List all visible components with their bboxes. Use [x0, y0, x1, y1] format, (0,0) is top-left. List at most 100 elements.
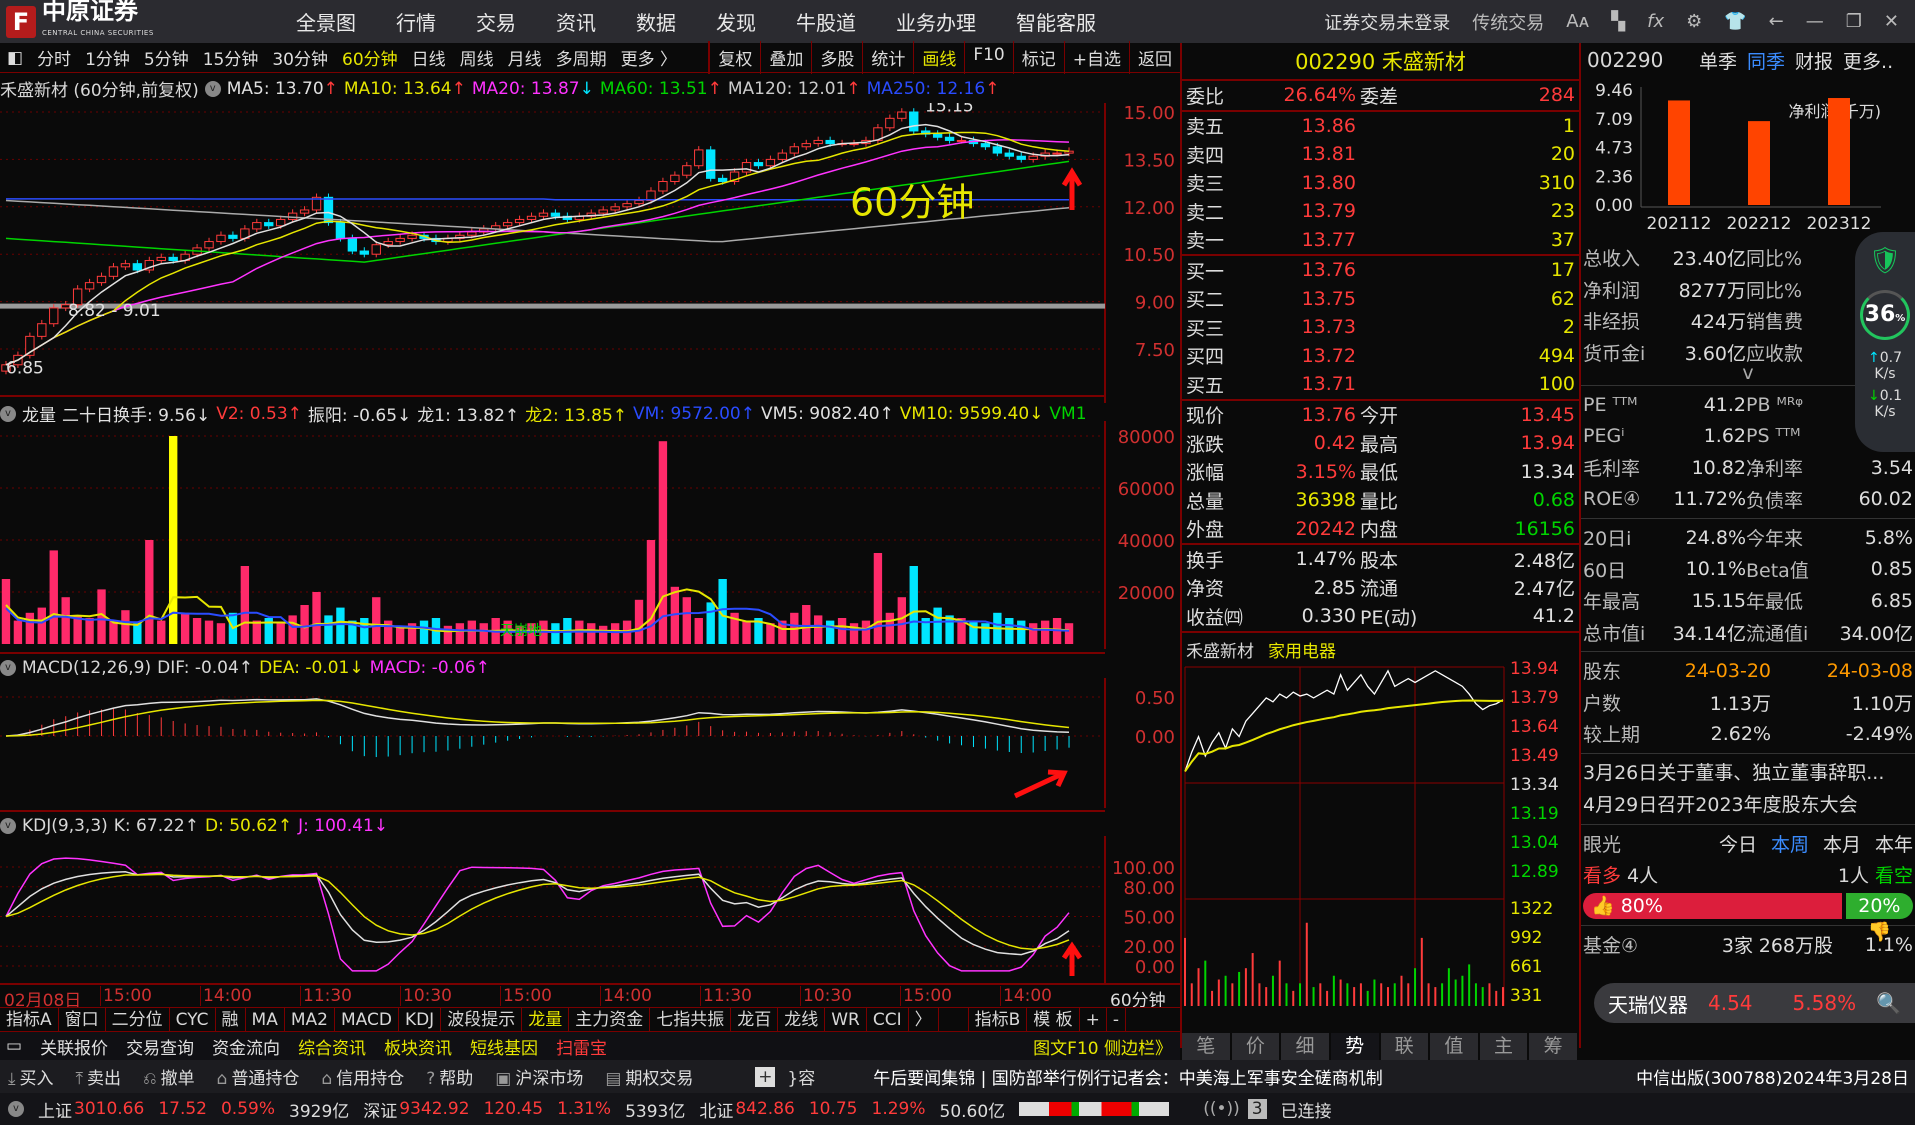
vision-period[interactable]: 本周 [1771, 830, 1809, 857]
f10-tab[interactable]: 财报 [1795, 47, 1833, 74]
indicator-tab[interactable]: 〉 [909, 1008, 939, 1031]
intraday-chart[interactable]: 13.94 13.79 13.64 13.49 13.34 13.19 13.04 12.89… [1182, 659, 1579, 1014]
info-link[interactable]: 扫雷宝 [556, 1034, 607, 1059]
indicator-tab[interactable]: 窗口 [59, 1008, 106, 1031]
indicator-tab[interactable]: 龙量 [522, 1008, 570, 1031]
restore-icon[interactable]: ❐ [1846, 11, 1862, 32]
period-tab[interactable]: 30分钟 [265, 45, 335, 70]
period-tab[interactable]: 更多 〉 [614, 45, 684, 70]
bear-bar[interactable]: 20% 👎 [1845, 893, 1913, 943]
profit-bar[interactable] [1828, 98, 1850, 205]
trade-button[interactable]: ▤ 期权交易 [605, 1064, 693, 1089]
indicator-tab[interactable]: WR [825, 1008, 867, 1031]
action-button[interactable]: 叠加 [760, 41, 811, 74]
news-ticker-right[interactable]: 中信出版(300788)2024年3月28日 [1636, 1064, 1909, 1089]
info-link[interactable]: 关联报价 [40, 1034, 108, 1059]
menu-5[interactable]: 发现 [696, 7, 776, 36]
floating-quote[interactable]: 天瑞仪器 4.54 5.58% 🔍 [1594, 983, 1915, 1023]
trade-button[interactable]: ⤒ 卖出 [76, 1064, 122, 1089]
quote-tab[interactable]: 势 [1330, 1033, 1379, 1060]
action-button[interactable]: 复权 [709, 41, 760, 74]
indicator-tab[interactable]: + [1080, 1008, 1107, 1031]
indicator-tab[interactable]: CYC [170, 1008, 216, 1031]
action-button[interactable]: 画线 [913, 41, 964, 74]
action-button[interactable]: 多股 [811, 41, 862, 74]
quote-tab[interactable]: 值 [1430, 1033, 1478, 1060]
indicator-tab[interactable]: 七指共振 [650, 1008, 732, 1031]
news-item[interactable]: 3月26日关于董事、独立董事辞职... [1581, 757, 1915, 789]
trade-button[interactable]: ⌂ 普通持仓 [217, 1064, 300, 1089]
period-tab[interactable]: 周线 [453, 45, 501, 70]
indicator-tab[interactable]: 指标B [969, 1008, 1028, 1031]
vision-period[interactable]: 本年 [1875, 830, 1913, 857]
kdj-chart[interactable]: 100.0080.00 50.00 20.000.00 [0, 836, 1180, 984]
period-tab[interactable]: 15分钟 [196, 45, 266, 70]
annotation-text[interactable]: 60分钟 [850, 181, 974, 225]
quote-tab[interactable]: 价 [1231, 1033, 1280, 1060]
macd-chart[interactable]: 0.50 0.00 [0, 678, 1180, 808]
trade-button[interactable]: ⌂ 信用持仓 [321, 1064, 404, 1089]
quote-tab[interactable]: 笔 [1182, 1033, 1230, 1060]
indicator-tab[interactable]: 指标A [0, 1008, 59, 1031]
menu-0[interactable]: 全景图 [276, 7, 376, 36]
menu-6[interactable]: 牛股道 [776, 7, 876, 36]
quote-tab[interactable]: 筹 [1529, 1033, 1577, 1060]
gear-icon[interactable]: ⚙ [1686, 11, 1702, 32]
action-button[interactable]: 返回 [1129, 41, 1180, 74]
indicator-tab[interactable]: 龙线 [778, 1008, 826, 1031]
settings-icon[interactable]: v [0, 405, 16, 422]
indicator-tab[interactable]: MA2 [285, 1008, 335, 1031]
action-button[interactable]: +自选 [1063, 41, 1129, 74]
vision-period[interactable]: 今日 [1719, 830, 1757, 857]
trade-button[interactable]: ▣ 沪深市场 [495, 1064, 583, 1089]
info-link[interactable]: 短线基因 [470, 1034, 538, 1059]
info-link[interactable]: 交易查询 [126, 1034, 194, 1059]
login-status[interactable]: 证券交易未登录 [1324, 9, 1450, 35]
add-icon[interactable]: + [755, 1066, 776, 1087]
expand-icon[interactable]: v [8, 1101, 24, 1117]
f10-sidebar-link[interactable]: 图文F10 侧边栏》 [1033, 1034, 1172, 1059]
menu-2[interactable]: 交易 [456, 7, 536, 36]
period-tab[interactable]: 月线 [501, 45, 549, 70]
layout-icon[interactable]: ▚ [1611, 11, 1625, 32]
indicator-tab[interactable]: - [1107, 1008, 1127, 1031]
indicator-tab[interactable]: KDJ [399, 1008, 442, 1031]
arrow-icon[interactable] [1013, 769, 1068, 799]
quote-tab[interactable]: 主 [1479, 1033, 1528, 1060]
arrow-up-icon[interactable] [1061, 941, 1083, 976]
quote-tab[interactable]: 联 [1380, 1033, 1429, 1060]
f10-tab[interactable]: 同季 [1747, 47, 1785, 74]
action-button[interactable]: 统计 [862, 41, 913, 74]
speed-widget[interactable]: 🛡 36% ↑0.7 K/s ↓0.1 K/s [1855, 232, 1915, 452]
menu-4[interactable]: 数据 [616, 7, 696, 36]
menu-1[interactable]: 行情 [376, 7, 456, 36]
info-link[interactable]: 板块资讯 [384, 1034, 452, 1059]
period-tab[interactable]: 多周期 [549, 45, 614, 70]
intraday-sector[interactable]: 家用电器 [1268, 637, 1336, 662]
indicator-tab[interactable]: MA [246, 1008, 285, 1031]
volume-chart[interactable]: 80000 60000 40000 20000 天崩地 [0, 421, 1180, 649]
close-icon[interactable]: ✕ [1884, 11, 1899, 32]
indicator-tab[interactable]: 波段提示 [441, 1008, 523, 1031]
indicator-tab[interactable]: MACD [335, 1008, 399, 1031]
action-button[interactable]: 标记 [1012, 41, 1064, 74]
period-tab[interactable]: 60分钟 [335, 45, 405, 70]
kline-chart[interactable]: 15.00 13.50 12.00 10.50 9.00 7.50 15.15 6.85 8.8… [0, 103, 1180, 403]
news-ticker[interactable]: 午后要闻集锦 | 国防部举行例行记者会：中美海上军事安全磋商机制 [873, 1064, 1383, 1089]
indicator-tab[interactable] [939, 1008, 969, 1031]
vision-period[interactable]: 本月 [1823, 830, 1861, 857]
period-tab[interactable]: 1分钟 [78, 45, 137, 70]
action-button[interactable]: F10 [964, 41, 1012, 74]
bull-bar[interactable]: 👍 80% [1583, 893, 1842, 920]
indicator-tab[interactable]: 模 板 [1027, 1008, 1080, 1031]
indicator-tab[interactable]: 主力资金 [569, 1008, 651, 1031]
minimize-icon[interactable]: — [1806, 11, 1824, 32]
quote-tab[interactable]: 细 [1281, 1033, 1329, 1060]
news-item[interactable]: 4月29日召开2023年度股东大会 [1581, 789, 1915, 821]
info-link[interactable]: 综合资讯 [298, 1034, 366, 1059]
indicator-tab[interactable]: 融 [216, 1008, 246, 1031]
trade-button[interactable]: ? 帮助 [426, 1064, 473, 1089]
formula-icon[interactable]: fx [1647, 11, 1664, 32]
indicator-tab[interactable]: CCI [867, 1008, 909, 1031]
indicator-tab[interactable]: 龙百 [731, 1008, 779, 1031]
